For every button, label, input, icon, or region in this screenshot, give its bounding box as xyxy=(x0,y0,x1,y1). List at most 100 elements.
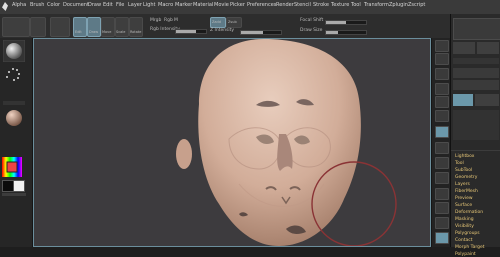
menu-layers[interactable]: Layers xyxy=(455,182,470,187)
subtool-header[interactable] xyxy=(453,58,499,64)
menu-morph-target[interactable]: Morph Target xyxy=(455,245,485,250)
menu-document[interactable]: Document xyxy=(63,2,89,8)
zoom-button[interactable] xyxy=(435,83,449,95)
rotate-label: Rotate xyxy=(130,30,142,34)
move-view-button[interactable] xyxy=(435,202,449,214)
menu-geometry[interactable]: Geometry xyxy=(455,175,477,180)
menu-polygroups[interactable]: Polygroups xyxy=(455,231,480,236)
tool-button-a[interactable] xyxy=(453,42,475,54)
menu-material[interactable]: Material xyxy=(193,2,213,8)
m-toggle[interactable]: M xyxy=(174,18,178,23)
sculpt-viewport[interactable] xyxy=(34,39,430,246)
focal-shift-slider[interactable] xyxy=(325,20,367,25)
subtool-slot-2[interactable] xyxy=(453,80,499,90)
z-intensity-label: Z Intensity xyxy=(210,28,235,33)
menu-alpha[interactable]: Alpha xyxy=(12,2,26,8)
menu-subtool[interactable]: SubTool xyxy=(455,168,472,173)
secondary-color-swatch[interactable] xyxy=(13,180,25,192)
z-intensity-slider[interactable] xyxy=(240,30,282,35)
menu-texture[interactable]: Texture xyxy=(331,2,349,8)
sphere-brush-icon[interactable] xyxy=(3,40,25,62)
rotate-button[interactable]: Rotate xyxy=(129,17,143,37)
alpha-slot[interactable] xyxy=(3,101,25,105)
menu-tool[interactable]: Tool xyxy=(351,2,361,8)
spix-button[interactable] xyxy=(435,53,449,65)
lightbox-button[interactable] xyxy=(30,17,46,37)
zsub-button[interactable]: Zsub xyxy=(226,17,242,28)
menu-surface[interactable]: Surface xyxy=(455,203,472,208)
color-picker-icon[interactable] xyxy=(2,157,22,177)
aahalf-button[interactable] xyxy=(435,110,449,122)
stroke-dots-icon[interactable] xyxy=(4,65,22,83)
actual-button[interactable] xyxy=(435,96,449,108)
divide-button[interactable] xyxy=(453,94,473,106)
menu-fibermesh[interactable]: FiberMesh xyxy=(455,189,478,194)
menu-light[interactable]: Light xyxy=(143,2,155,8)
document-canvas[interactable] xyxy=(33,38,431,247)
move-button[interactable]: Move xyxy=(101,17,115,37)
menu-color[interactable]: Color xyxy=(47,2,60,8)
subtool-slot-1[interactable] xyxy=(453,68,499,78)
quick-sketch-button[interactable] xyxy=(50,17,70,37)
rgb-intensity-slider[interactable] xyxy=(175,29,207,34)
draw-size-label: Draw Size xyxy=(300,28,323,33)
projection-master-button[interactable] xyxy=(2,17,30,37)
menu-masking[interactable]: Masking xyxy=(455,217,474,222)
menu-zscript[interactable]: Zscript xyxy=(408,2,425,8)
draw-size-slider[interactable] xyxy=(325,30,367,35)
xyz-button[interactable] xyxy=(435,172,449,184)
menu-draw[interactable]: Draw xyxy=(88,2,101,8)
menu-deformation[interactable]: Deformation xyxy=(455,210,483,215)
menu-picker[interactable]: Picker xyxy=(230,2,245,8)
draw-button[interactable]: Draw xyxy=(87,17,101,37)
menu-polypaint[interactable]: Polypaint xyxy=(455,252,476,257)
geometry-slider[interactable] xyxy=(475,94,499,106)
menu-transform[interactable]: Transform xyxy=(364,2,389,8)
tool-thumbnail[interactable] xyxy=(453,18,500,40)
persp-button[interactable] xyxy=(435,126,449,138)
geometry-options xyxy=(453,110,499,140)
menu-tool[interactable]: Tool xyxy=(455,161,464,166)
menu-brush[interactable]: Brush xyxy=(30,2,44,8)
menu-edit[interactable]: Edit xyxy=(103,2,113,8)
left-shelf xyxy=(0,38,33,247)
scale-view-button[interactable] xyxy=(435,217,449,229)
rgb-toggle[interactable]: Rgb xyxy=(164,18,173,23)
top-toolbar: Edit Draw Move Scale Rotate Mrgb Rgb M R… xyxy=(0,14,500,39)
menu-bar: Alpha Brush Color Document Draw Edit Fil… xyxy=(0,0,500,15)
frame-button[interactable] xyxy=(435,188,449,200)
menu-marker[interactable]: Marker xyxy=(175,2,192,8)
mrgb-toggle[interactable]: Mrgb xyxy=(150,18,161,23)
menu-preview[interactable]: Preview xyxy=(455,196,473,201)
menu-contact[interactable]: Contact xyxy=(455,238,473,243)
scale-button[interactable]: Scale xyxy=(115,17,129,37)
scroll-button[interactable] xyxy=(435,68,449,80)
tray-divider xyxy=(451,150,500,151)
menu-stencil[interactable]: Stencil xyxy=(294,2,311,8)
edit-button[interactable]: Edit xyxy=(73,17,87,37)
rotate-view-button[interactable] xyxy=(435,232,449,244)
local-button[interactable] xyxy=(435,157,449,169)
menu-render[interactable]: Render xyxy=(276,2,294,8)
right-tray: Lightbox Tool SubTool Geometry Layers Fi… xyxy=(450,14,500,257)
menu-visibility[interactable]: Visibility xyxy=(455,224,474,229)
scale-label: Scale xyxy=(116,30,126,34)
menu-layer[interactable]: Layer xyxy=(128,2,142,8)
menu-movie[interactable]: Movie xyxy=(214,2,229,8)
menu-file[interactable]: File xyxy=(116,2,124,8)
bpr-button[interactable] xyxy=(435,40,449,52)
zadd-button[interactable]: Zadd xyxy=(210,17,226,28)
tool-button-b[interactable] xyxy=(477,42,499,54)
menu-lightbox[interactable]: Lightbox xyxy=(455,154,474,159)
switch-color-bar[interactable] xyxy=(2,193,26,196)
floor-button[interactable] xyxy=(435,142,449,154)
focal-shift-label: Focal Shift xyxy=(300,18,324,23)
material-ball-icon[interactable] xyxy=(5,109,23,127)
draw-label: Draw xyxy=(89,30,99,34)
menu-zplugin[interactable]: Zplugin xyxy=(389,2,408,8)
move-label: Move xyxy=(102,30,112,34)
menu-macro[interactable]: Macro xyxy=(158,2,173,8)
zsub-label: Zsub xyxy=(228,20,237,24)
menu-stroke[interactable]: Stroke xyxy=(313,2,329,8)
menu-preferences[interactable]: Preferences xyxy=(247,2,276,8)
